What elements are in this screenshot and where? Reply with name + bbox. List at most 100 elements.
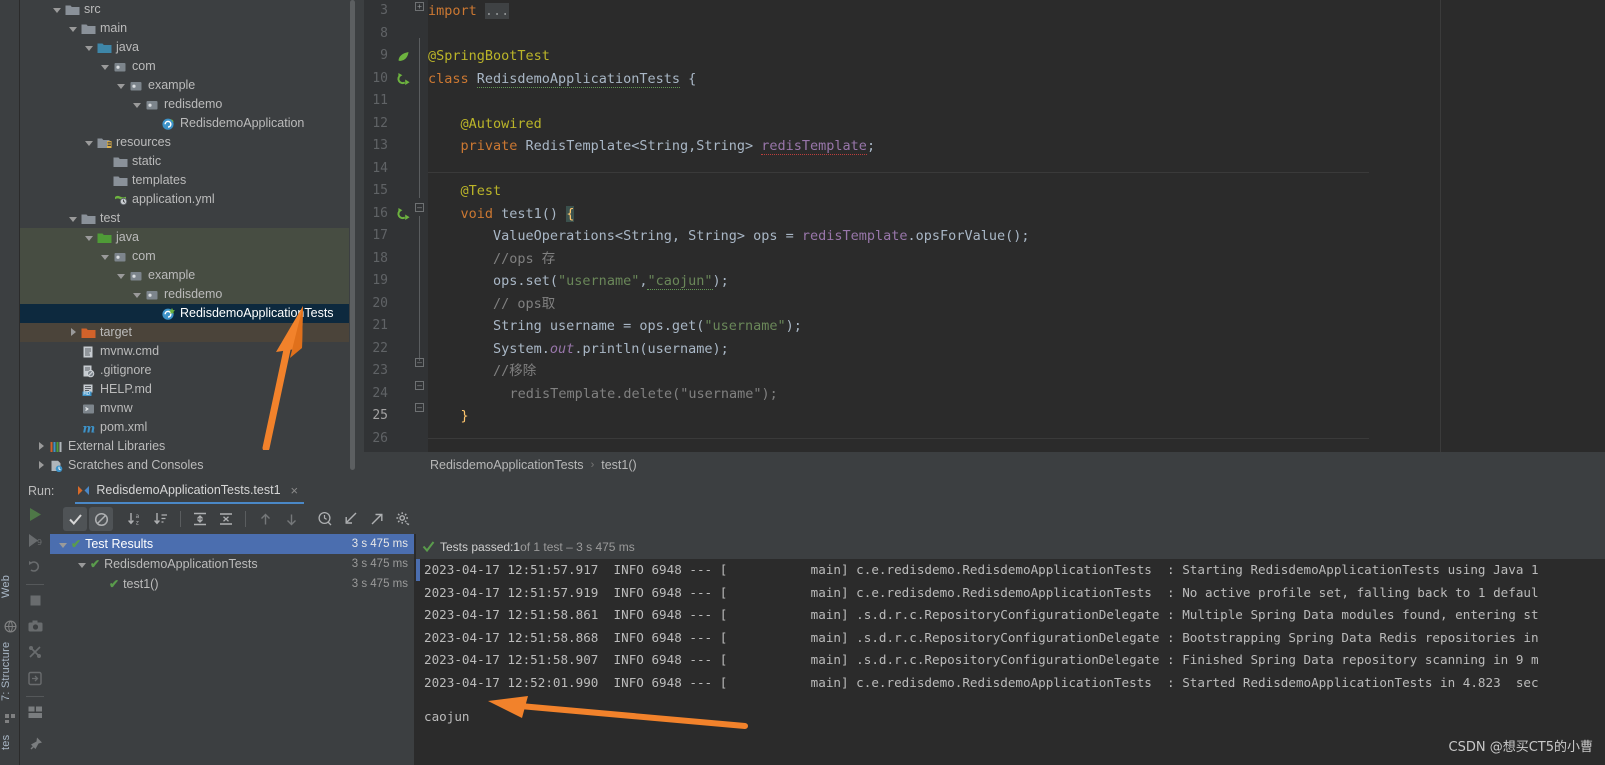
line-number: 16	[372, 205, 388, 221]
folder-grey-icon	[113, 174, 128, 188]
run-test-gutter-icon[interactable]	[396, 72, 411, 87]
chevron-down-icon[interactable]	[132, 99, 143, 110]
chevron-down-icon[interactable]	[116, 270, 127, 281]
project-tree-item[interactable]: External Libraries	[20, 437, 355, 456]
chevron-down-icon[interactable]	[68, 23, 79, 34]
chevron-down-icon[interactable]	[58, 539, 69, 550]
sort-by-duration-button[interactable]	[149, 507, 173, 531]
code-folding-column[interactable]: + – – – –	[412, 0, 428, 452]
export-box-icon[interactable]	[27, 670, 44, 687]
run-tab[interactable]: RedisdemoApplicationTests.test1 ×	[75, 478, 305, 504]
editor-right-margin-rule	[1440, 0, 1441, 452]
project-tree-item[interactable]: test	[20, 209, 355, 228]
project-tree-item[interactable]: redisdemo	[20, 95, 355, 114]
previous-failed-test-button[interactable]	[253, 507, 277, 531]
run-icon[interactable]	[27, 506, 44, 523]
tool-window-structure[interactable]: 7: Structure	[0, 628, 20, 714]
project-tree-item[interactable]: java	[20, 38, 355, 57]
test-tree-row[interactable]: ✔ Test Results 3 s 475 ms	[50, 534, 414, 554]
project-tree-item[interactable]: m pom.xml	[20, 418, 355, 437]
chevron-down-icon[interactable]	[116, 80, 127, 91]
chevron-down-icon[interactable]	[52, 4, 63, 15]
console-output[interactable]: 2023-04-17 12:51:57.917 INFO 6948 --- [ …	[416, 559, 1605, 765]
test-tree-row[interactable]: ✔ test1() 3 s 475 ms	[50, 574, 414, 594]
project-tree-item[interactable]: application.yml	[20, 190, 355, 209]
project-tree-item[interactable]: Scratches and Consoles	[20, 456, 355, 475]
sort-alphabetically-button[interactable]: a z	[123, 507, 147, 531]
test-results-tree[interactable]: ✔ Test Results 3 s 475 ms ✔ RedisdemoApplica…	[50, 534, 414, 765]
threads-icon[interactable]	[27, 644, 44, 661]
gear-icon	[396, 512, 410, 526]
run-toolbar: a z	[20, 504, 1605, 534]
next-failed-test-button[interactable]	[279, 507, 303, 531]
breadcrumb-method[interactable]: test1()	[601, 458, 636, 472]
breadcrumb-class[interactable]: RedisdemoApplicationTests	[430, 458, 584, 472]
package-icon	[129, 269, 144, 283]
export-tests-button[interactable]	[365, 507, 389, 531]
chevron-down-icon[interactable]	[77, 559, 88, 570]
project-tree-item[interactable]: RedisdemoApplication	[20, 114, 355, 133]
project-tree-item[interactable]: mvnw	[20, 399, 355, 418]
spring-leaf-gutter-icon[interactable]	[396, 49, 411, 64]
chevron-right-icon[interactable]	[36, 441, 47, 452]
chevron-right-icon[interactable]	[68, 327, 79, 338]
chevron-down-icon[interactable]	[132, 289, 143, 300]
camera-icon[interactable]	[27, 618, 44, 635]
project-tree-item[interactable]: main	[20, 19, 355, 38]
project-tree-item[interactable]: example	[20, 76, 355, 95]
project-tree-item[interactable]: mvnw.cmd	[20, 342, 355, 361]
project-tree-item-label: main	[100, 21, 128, 35]
show-passed-toggle[interactable]	[63, 507, 87, 531]
show-ignored-toggle[interactable]	[89, 507, 113, 531]
tool-window-tes[interactable]: tes	[0, 722, 20, 762]
project-tree-item[interactable]: src	[20, 0, 355, 19]
layout-icon[interactable]	[27, 704, 44, 721]
project-tree-item[interactable]: MD HELP.md	[20, 380, 355, 399]
import-tests-button[interactable]	[339, 507, 363, 531]
chevron-down-icon[interactable]	[84, 42, 95, 53]
fold-import-icon[interactable]: +	[415, 2, 424, 11]
project-tree-item[interactable]: resources	[20, 133, 355, 152]
fold-line25-icon[interactable]: –	[415, 403, 424, 412]
stop-icon[interactable]	[27, 592, 44, 609]
project-tree-item[interactable]: java	[20, 228, 355, 247]
code-text-area[interactable]: import ... @SpringBootTest class Redisdemo…	[428, 0, 1605, 452]
collapse-all-button[interactable]	[214, 507, 238, 531]
svg-text:9: 9	[37, 538, 42, 547]
rerun-icon[interactable]	[27, 558, 44, 575]
close-icon[interactable]: ×	[291, 483, 299, 498]
code-editor[interactable]: 3 8 9 10 11 12 13 14 15 16 17 18 19 20 21 22 23 24 25 26 + …	[356, 0, 1605, 452]
chevron-down-icon[interactable]	[68, 213, 79, 224]
test-tree-row[interactable]: ✔ RedisdemoApplicationTests 3 s 475 ms	[50, 554, 414, 574]
fold-method-icon[interactable]: –	[415, 203, 424, 212]
folder-grey-icon	[113, 155, 128, 169]
tool-window-web[interactable]: Web	[0, 556, 20, 616]
chevron-down-icon[interactable]	[84, 137, 95, 148]
project-tree-item[interactable]: RedisdemoApplicationTests	[20, 304, 355, 323]
chevron-down-icon[interactable]	[100, 251, 111, 262]
expand-all-button[interactable]	[188, 507, 212, 531]
project-tree-item[interactable]: .gitignore	[20, 361, 355, 380]
project-tree-item[interactable]: com	[20, 57, 355, 76]
project-tree-item[interactable]: templates	[20, 171, 355, 190]
test-history-button[interactable]	[313, 507, 337, 531]
project-tree-item[interactable]: redisdemo	[20, 285, 355, 304]
test-settings-button[interactable]	[391, 507, 415, 531]
pin-icon[interactable]	[27, 736, 44, 753]
project-tree-item[interactable]: com	[20, 247, 355, 266]
debug-icon[interactable]: 9	[27, 532, 44, 549]
breadcrumb[interactable]: RedisdemoApplicationTests › test1()	[356, 452, 1605, 478]
run-test-gutter-icon[interactable]	[396, 207, 411, 222]
project-tree-item[interactable]: example	[20, 266, 355, 285]
project-tool-window[interactable]: src main java com example redisdemo RedisdemoA…	[20, 0, 355, 480]
fold-comment-icon[interactable]: –	[415, 358, 424, 367]
chevron-down-icon[interactable]	[84, 232, 95, 243]
project-tree-item[interactable]: target	[20, 323, 355, 342]
console-panel[interactable]: Tests passed: 1 of 1 test – 3 s 475 ms 2…	[416, 534, 1605, 765]
chevron-right-icon[interactable]	[36, 460, 47, 471]
chevron-down-icon[interactable]	[100, 61, 111, 72]
fold-line24-icon[interactable]: –	[415, 381, 424, 390]
project-tree-item[interactable]: static	[20, 152, 355, 171]
project-tree-scrollbar[interactable]	[349, 0, 355, 470]
